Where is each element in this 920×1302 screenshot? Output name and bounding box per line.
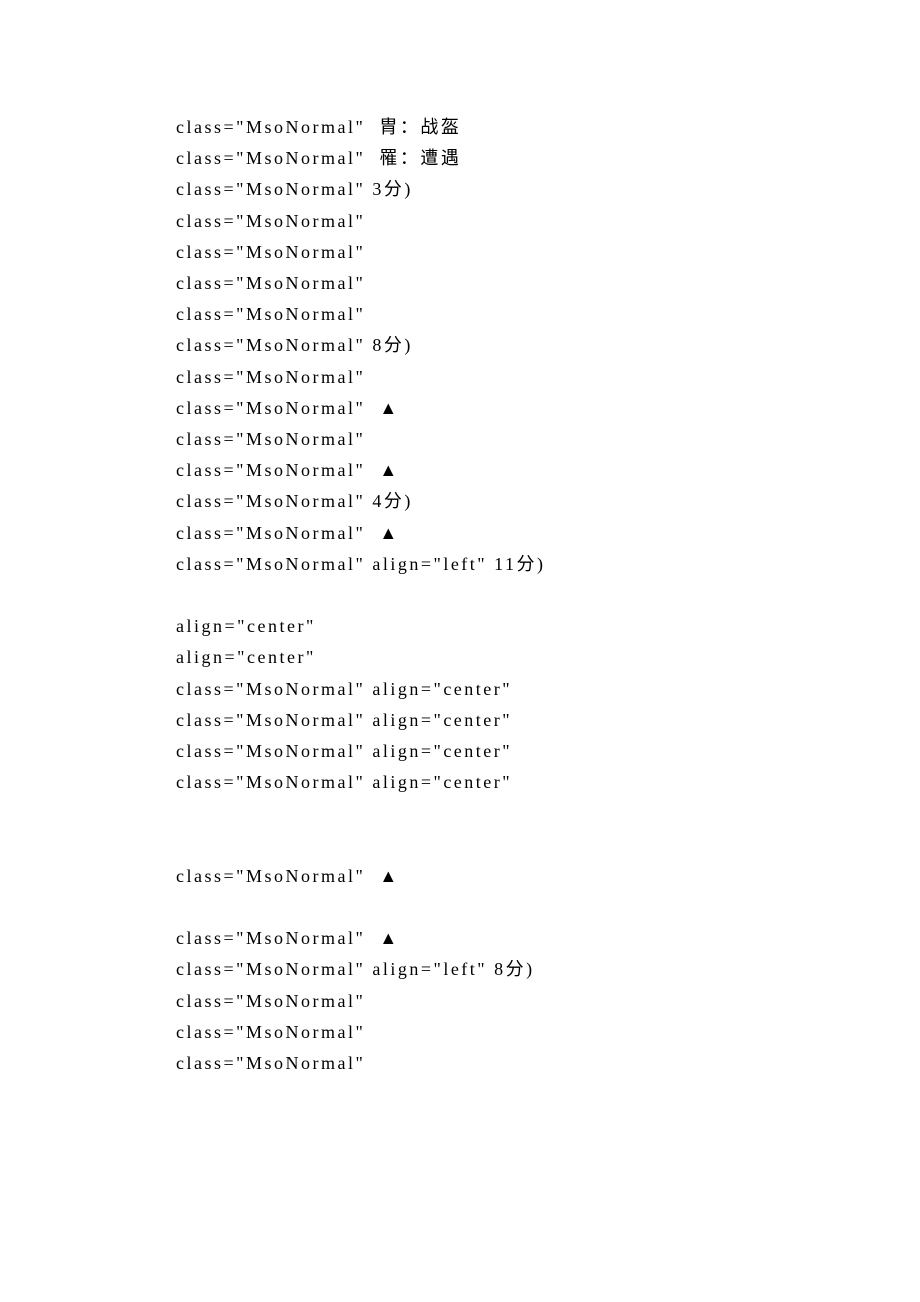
blank-line <box>176 892 920 923</box>
text-line: class="MsoNormal" ▲ <box>176 923 920 954</box>
text-line: class="MsoNormal" <box>176 362 920 393</box>
text-line: class="MsoNormal" <box>176 1048 920 1079</box>
text-line: class="MsoNormal" align="center" <box>176 736 920 767</box>
text-line: class="MsoNormal" 3分) <box>176 174 920 205</box>
text-line: class="MsoNormal" <box>176 424 920 455</box>
text-line: class="MsoNormal" <box>176 1017 920 1048</box>
blank-line <box>176 798 920 829</box>
text-line: class="MsoNormal" ▲ <box>176 518 920 549</box>
text-line: align="center" <box>176 642 920 673</box>
text-line: class="MsoNormal" 罹：遭遇 <box>176 143 920 174</box>
text-line: class="MsoNormal" 4分) <box>176 486 920 517</box>
text-line: class="MsoNormal" 8分) <box>176 330 920 361</box>
text-line: class="MsoNormal" 胄：战盔 <box>176 112 920 143</box>
text-line: class="MsoNormal" <box>176 237 920 268</box>
blank-line <box>176 580 920 611</box>
text-line: class="MsoNormal" <box>176 268 920 299</box>
text-line: class="MsoNormal" <box>176 206 920 237</box>
blank-line <box>176 830 920 861</box>
text-line: class="MsoNormal" align="left" 8分) <box>176 954 920 985</box>
text-line: class="MsoNormal" align="left" 11分) <box>176 549 920 580</box>
text-line: class="MsoNormal" <box>176 986 920 1017</box>
document-page: class="MsoNormal" 胄：战盔 class="MsoNormal"… <box>0 0 920 1302</box>
text-line: align="center" <box>176 611 920 642</box>
text-line: class="MsoNormal" ▲ <box>176 861 920 892</box>
text-line: class="MsoNormal" align="center" <box>176 767 920 798</box>
text-line: class="MsoNormal" ▲ <box>176 455 920 486</box>
text-line: class="MsoNormal" align="center" <box>176 705 920 736</box>
text-line: class="MsoNormal" <box>176 299 920 330</box>
text-line: class="MsoNormal" align="center" <box>176 674 920 705</box>
text-line: class="MsoNormal" ▲ <box>176 393 920 424</box>
